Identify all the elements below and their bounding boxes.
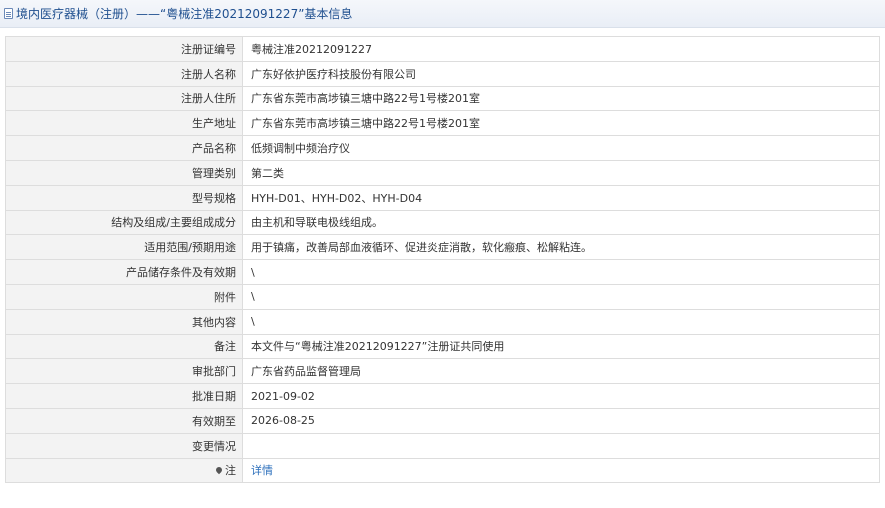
- row-label: 产品名称: [5, 135, 243, 161]
- details-link[interactable]: 详情: [251, 464, 273, 477]
- row-label: 批准日期: [5, 383, 243, 409]
- note-value-cell: 详情: [242, 457, 880, 484]
- table-row: 结构及组成/主要组成成分 由主机和导联电极线组成。: [5, 209, 880, 236]
- row-value: 2021-09-02: [242, 383, 880, 409]
- row-label: 注册人名称: [5, 60, 243, 87]
- row-label: 结构及组成/主要组成成分: [5, 209, 243, 236]
- table-row: 产品储存条件及有效期 \: [5, 259, 880, 285]
- table-row: 管理类别 第二类: [5, 159, 880, 186]
- table-row: 型号规格 HYH-D01、HYH-D02、HYH-D04: [5, 184, 880, 211]
- row-label: 注册人住所: [5, 85, 243, 112]
- row-label: 审批部门: [5, 358, 243, 385]
- row-value: 由主机和导联电极线组成。: [242, 209, 880, 236]
- row-label: 其他内容: [5, 308, 243, 335]
- note-label-cell: 注: [5, 457, 243, 484]
- row-value: 广东好依护医疗科技股份有限公司: [242, 60, 880, 87]
- table-row: 适用范围/预期用途 用于镇痛，改善局部血液循环、促进炎症消散，软化瘢痕、松解粘连…: [5, 234, 880, 261]
- row-value: [242, 432, 880, 459]
- row-label: 注册证编号: [5, 36, 243, 62]
- table-row: 变更情况: [5, 432, 880, 459]
- row-value: \: [242, 259, 880, 285]
- table-row: 备注 本文件与“粤械注准20212091227”注册证共同使用: [5, 333, 880, 360]
- note-label: 注: [225, 464, 236, 478]
- table-row: 生产地址 广东省东莞市高埗镇三塘中路22号1号楼201室: [5, 110, 880, 137]
- info-table: 注册证编号 粤械注准20212091227 注册人名称 广东好依护医疗科技股份有…: [5, 36, 880, 484]
- row-value: 广东省药品监督管理局: [242, 358, 880, 385]
- table-row: 审批部门 广东省药品监督管理局: [5, 358, 880, 385]
- page-header: 境内医疗器械（注册）——“粤械注准20212091227”基本信息: [0, 0, 885, 28]
- row-label: 型号规格: [5, 184, 243, 211]
- row-label: 备注: [5, 333, 243, 360]
- row-label: 有效期至: [5, 407, 243, 434]
- row-label: 附件: [5, 283, 243, 310]
- row-value: 广东省东莞市高埗镇三塘中路22号1号楼201室: [242, 85, 880, 112]
- row-value: HYH-D01、HYH-D02、HYH-D04: [242, 184, 880, 211]
- row-label: 变更情况: [5, 432, 243, 459]
- row-value: 第二类: [242, 159, 880, 186]
- pin-icon: [214, 466, 224, 475]
- document-icon: [4, 8, 13, 19]
- row-label: 产品储存条件及有效期: [5, 259, 243, 285]
- row-value: 用于镇痛，改善局部血液循环、促进炎症消散，软化瘢痕、松解粘连。: [242, 234, 880, 261]
- row-value: 广东省东莞市高埗镇三塘中路22号1号楼201室: [242, 110, 880, 137]
- row-value: 粤械注准20212091227: [242, 36, 880, 62]
- table-row: 注册证编号 粤械注准20212091227: [5, 36, 880, 62]
- table-row-note: 注 详情: [5, 457, 880, 484]
- table-row: 注册人住所 广东省东莞市高埗镇三塘中路22号1号楼201室: [5, 85, 880, 112]
- table-row: 批准日期 2021-09-02: [5, 383, 880, 409]
- table-row: 产品名称 低频调制中频治疗仪: [5, 135, 880, 161]
- row-value: 本文件与“粤械注准20212091227”注册证共同使用: [242, 333, 880, 360]
- table-row: 附件 \: [5, 283, 880, 310]
- row-value: \: [242, 308, 880, 335]
- page-title: 境内医疗器械（注册）——“粤械注准20212091227”基本信息: [16, 7, 353, 21]
- table-row: 注册人名称 广东好依护医疗科技股份有限公司: [5, 60, 880, 87]
- table-row: 有效期至 2026-08-25: [5, 407, 880, 434]
- row-value: 低频调制中频治疗仪: [242, 135, 880, 161]
- row-label: 管理类别: [5, 159, 243, 186]
- row-value: 2026-08-25: [242, 407, 880, 434]
- row-label: 生产地址: [5, 110, 243, 137]
- row-label: 适用范围/预期用途: [5, 234, 243, 261]
- table-row: 其他内容 \: [5, 308, 880, 335]
- row-value: \: [242, 283, 880, 310]
